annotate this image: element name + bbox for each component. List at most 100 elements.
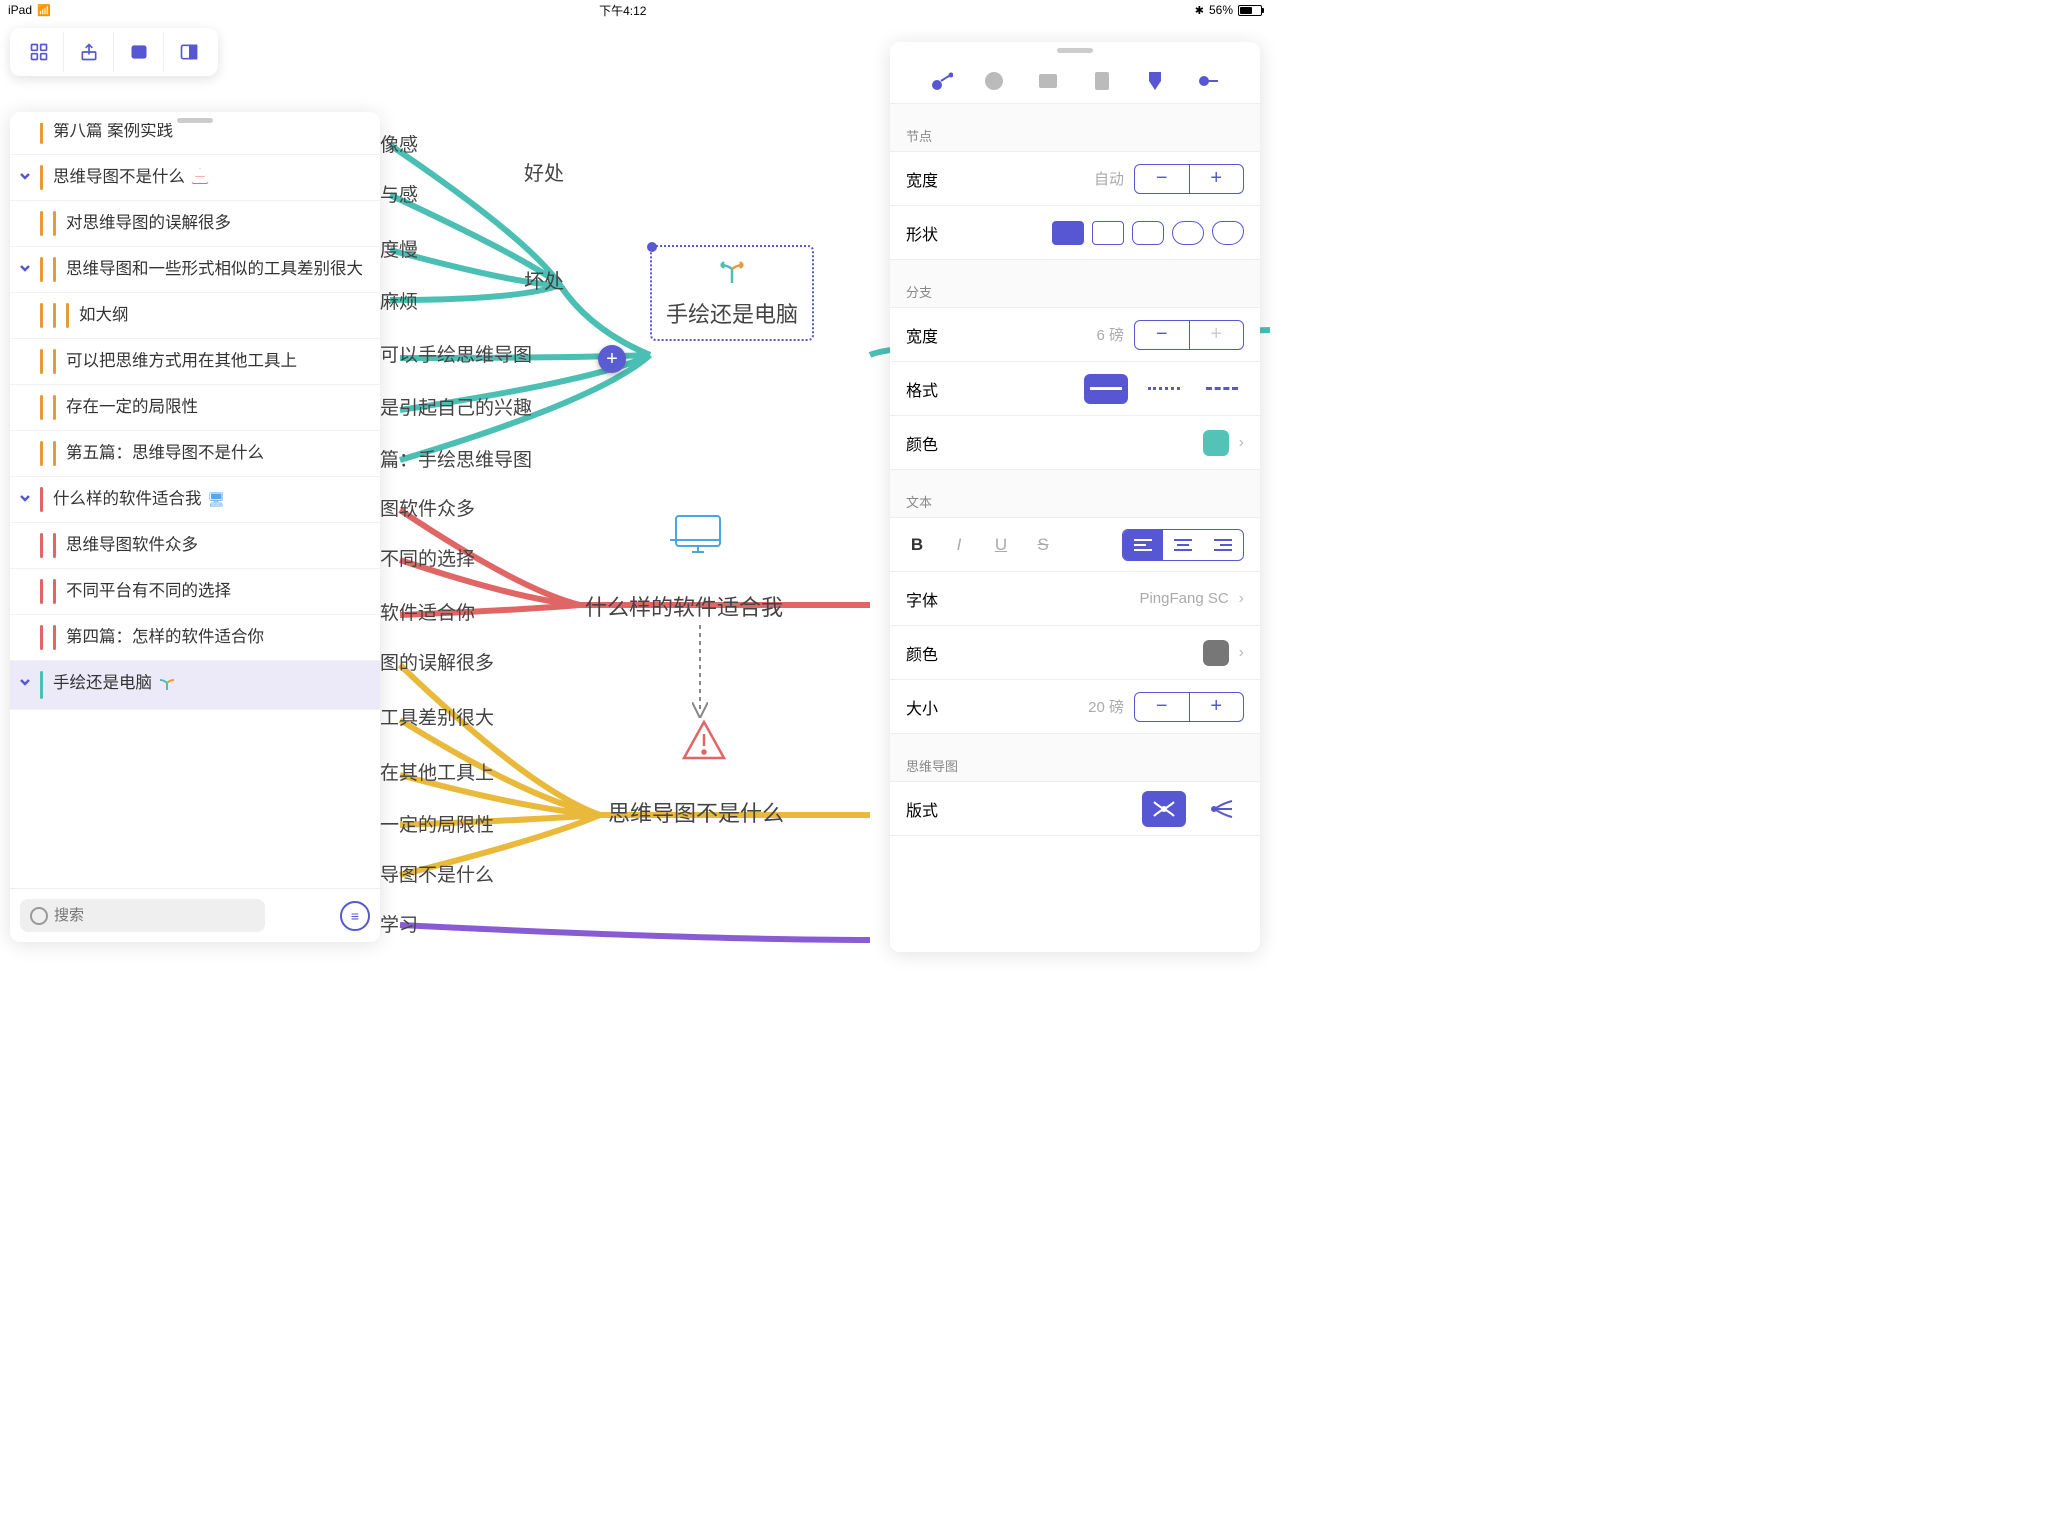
node-notwhathub[interactable]: 思维导图不是什么 (608, 796, 784, 828)
section-branch-header: 分支 (890, 260, 1260, 308)
node-andsense[interactable]: 与感 (380, 180, 418, 207)
node-swfits[interactable]: 软件适合你 (380, 598, 475, 625)
plus-button[interactable]: + (1190, 693, 1244, 721)
node-tooldiff[interactable]: 工具差别很大 (380, 703, 494, 730)
outline-item[interactable]: 思维导图不是什么 (10, 155, 380, 201)
branch-color-swatch (1203, 430, 1229, 456)
search-input[interactable] (20, 899, 265, 932)
tab-add-branch[interactable]: + (1197, 69, 1221, 93)
align-right[interactable] (1203, 530, 1243, 560)
outline-item[interactable]: 如大纲 (10, 293, 380, 339)
line-dashed[interactable] (1200, 374, 1244, 404)
italic-button[interactable]: I (948, 535, 970, 555)
node-fragment[interactable]: 像感 (380, 130, 418, 157)
minus-button[interactable]: − (1135, 165, 1190, 193)
chevron-down-icon[interactable] (10, 165, 40, 189)
inspector-toggle-icon[interactable] (164, 32, 214, 72)
shape-rounded[interactable] (1132, 221, 1164, 245)
chevron-down-icon[interactable] (10, 671, 40, 695)
outline-item-label: 如大纲 (79, 303, 372, 328)
node-handchapter[interactable]: 篇：手绘思维导图 (380, 445, 532, 472)
outline-panel: 第八篇 案例实践思维导图不是什么对思维导图的误解很多思维导图和一些形式相似的工具… (10, 112, 380, 942)
node-limitation[interactable]: 一定的局限性 (380, 810, 494, 837)
chevron-down-icon[interactable] (10, 257, 40, 281)
node-slow[interactable]: 度慢 (380, 235, 418, 262)
shape-cloud[interactable] (1212, 221, 1244, 245)
layout-radial[interactable] (1142, 791, 1186, 827)
text-color-row[interactable]: 颜色 › (890, 626, 1260, 680)
shape-capsule[interactable] (1172, 221, 1204, 245)
node-diffchoice[interactable]: 不同的选择 (380, 544, 475, 571)
branch-color-row[interactable]: 颜色 › (890, 416, 1260, 470)
value-node-width: 自动 (1094, 168, 1124, 189)
outline-toggle-icon[interactable] (114, 32, 164, 72)
outline-item[interactable]: 思维导图和一些形式相似的工具差别很大 (10, 247, 380, 293)
chevron-right-icon: › (1239, 644, 1244, 662)
outline-item-label: 思维导图软件众多 (66, 533, 372, 558)
line-dotted[interactable] (1142, 374, 1186, 404)
tab-theme[interactable] (1143, 69, 1167, 93)
node-interest[interactable]: 是引起自己的兴趣 (380, 393, 532, 420)
text-size-stepper[interactable]: −+ (1134, 692, 1244, 722)
node-width-stepper[interactable]: −+ (1134, 164, 1244, 194)
branch-width-stepper[interactable]: −+ (1134, 320, 1244, 350)
tab-node-style[interactable] (929, 69, 953, 93)
node-notwhat[interactable]: 导图不是什么 (380, 860, 494, 887)
outline-item[interactable]: 思维导图软件众多 (10, 523, 380, 569)
layout-right[interactable] (1200, 791, 1244, 827)
tab-notes[interactable] (982, 69, 1006, 93)
line-solid[interactable] (1084, 374, 1128, 404)
font-row[interactable]: 字体 PingFang SC › (890, 572, 1260, 626)
value-font: PingFang SC (1139, 590, 1228, 607)
chevron-right-icon: › (1239, 590, 1244, 608)
outline-item[interactable]: 手绘还是电脑 (10, 661, 380, 710)
list-mode-button[interactable]: ≡ (340, 901, 370, 931)
outline-item[interactable]: 对思维导图的误解很多 (10, 201, 380, 247)
chevron-right-icon: › (1239, 434, 1244, 452)
plus-button[interactable]: + (1190, 321, 1244, 349)
selected-node[interactable]: 手绘还是电脑 (650, 245, 814, 341)
outline-item[interactable]: 第八篇 案例实践 (10, 123, 380, 155)
chevron-down-icon (10, 625, 40, 628)
strike-button[interactable]: S (1032, 535, 1054, 555)
node-cons[interactable]: 坏处 (524, 270, 564, 293)
outline-item[interactable]: 可以把思维方式用在其他工具上 (10, 339, 380, 385)
shape-fill-rect[interactable] (1052, 221, 1084, 245)
outline-item[interactable]: 第五篇：思维导图不是什么 (10, 431, 380, 477)
tab-image[interactable] (1036, 69, 1060, 93)
align-center[interactable] (1163, 530, 1203, 560)
node-trouble[interactable]: 麻烦 (380, 287, 418, 314)
grid-icon[interactable] (14, 32, 64, 72)
outline-item[interactable]: 不同平台有不同的选择 (10, 569, 380, 615)
tab-document[interactable] (1090, 69, 1114, 93)
chevron-down-icon[interactable] (10, 487, 40, 511)
node-swhub[interactable]: 什么样的软件适合我 (585, 590, 783, 622)
underline-button[interactable]: U (990, 535, 1012, 555)
outline-item[interactable]: 什么样的软件适合我 (10, 477, 380, 523)
plus-button[interactable]: + (1190, 165, 1244, 193)
outline-item-label: 对思维导图的误解很多 (66, 211, 372, 236)
node-misunderstand[interactable]: 图的误解很多 (380, 648, 494, 675)
add-node-button[interactable]: + (598, 345, 626, 373)
clock: 下午4:12 (599, 2, 646, 19)
node-swmany[interactable]: 图软件众多 (380, 494, 475, 521)
minus-button[interactable]: − (1135, 321, 1190, 349)
text-color-swatch (1203, 640, 1229, 666)
node-handdraw[interactable]: 可以手绘思维导图 (380, 340, 532, 367)
shape-rect[interactable] (1092, 221, 1124, 245)
outline-item-label: 思维导图不是什么 (53, 165, 372, 190)
outline-list[interactable]: 第八篇 案例实践思维导图不是什么对思维导图的误解很多思维导图和一些形式相似的工具… (10, 123, 380, 888)
outline-item[interactable]: 存在一定的局限性 (10, 385, 380, 431)
line-style-picker (1084, 374, 1244, 404)
node-pros[interactable]: 好处 (524, 162, 564, 185)
label-branch-color: 颜色 (906, 431, 956, 455)
align-left[interactable] (1123, 530, 1163, 560)
layout-picker (1142, 791, 1244, 827)
node-othertools[interactable]: 在其他工具上 (380, 758, 494, 785)
node-study[interactable]: 学习 (380, 910, 418, 937)
share-icon[interactable] (64, 32, 114, 72)
outline-item[interactable]: 第四篇：怎样的软件适合你 (10, 615, 380, 661)
bold-button[interactable]: B (906, 535, 928, 555)
minus-button[interactable]: − (1135, 693, 1190, 721)
chevron-down-icon (10, 303, 40, 306)
